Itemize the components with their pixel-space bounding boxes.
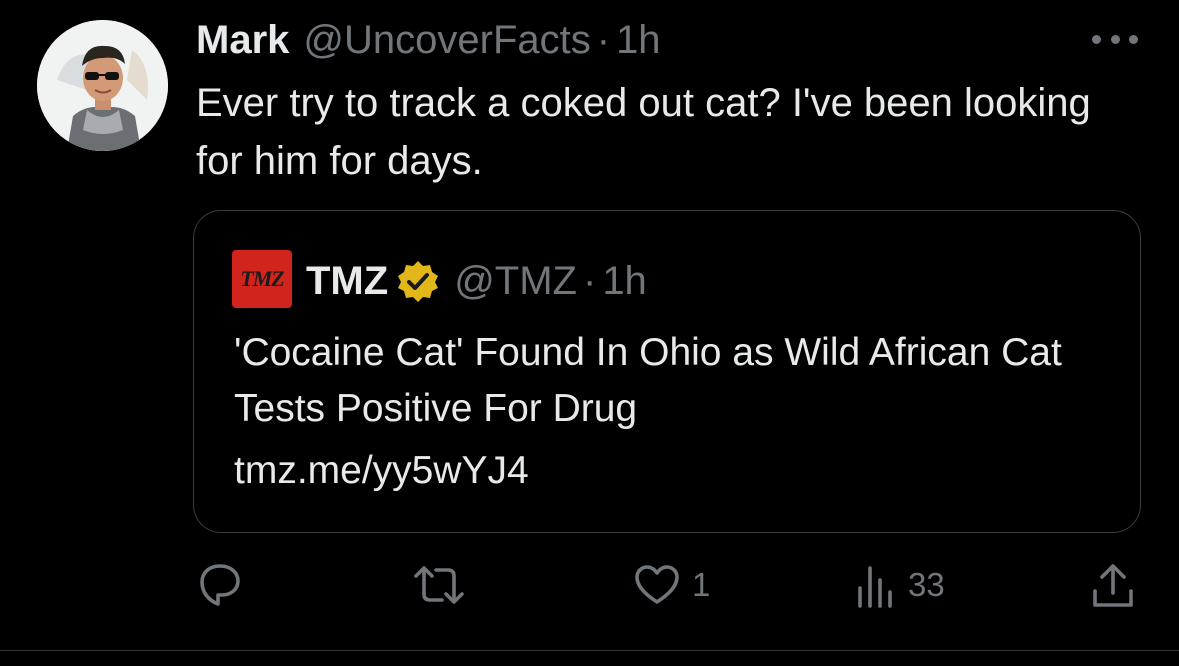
- share-icon: [1093, 564, 1133, 607]
- more-dot: [1129, 34, 1138, 44]
- like-button[interactable]: 1: [634, 560, 710, 610]
- share-button[interactable]: [1090, 560, 1136, 610]
- tweet-timestamp[interactable]: 1h: [616, 14, 661, 66]
- reply-icon: [200, 564, 240, 606]
- quoted-tweet-card[interactable]: TMZ TMZ @TMZ · 1h 'Cocaine Cat' Found In…: [193, 210, 1141, 533]
- views-icon: [858, 566, 892, 608]
- quoted-tweet-timestamp[interactable]: 1h: [602, 259, 647, 304]
- more-dot: [1110, 34, 1120, 44]
- author-name[interactable]: Mark: [196, 14, 289, 66]
- profile-photo: [37, 20, 168, 151]
- separator-dot: ·: [582, 258, 597, 303]
- avatar[interactable]: [37, 20, 168, 151]
- views-button[interactable]: 33: [856, 560, 945, 610]
- author-handle[interactable]: @UncoverFacts: [303, 14, 590, 66]
- retweet-icon: [414, 566, 464, 604]
- heart-icon: [635, 565, 679, 604]
- quoted-author-handle[interactable]: @TMZ: [454, 259, 577, 304]
- more-options-icon[interactable]: [1092, 32, 1138, 46]
- gold-verified-badge-icon: [396, 259, 440, 303]
- separator-dot: ·: [596, 18, 611, 62]
- views-count: 33: [908, 566, 945, 603]
- tmz-logo-icon[interactable]: TMZ: [232, 250, 292, 308]
- quoted-tweet-link[interactable]: tmz.me/yy5wYJ4: [234, 443, 529, 499]
- tweet-action-bar: 1 33: [0, 560, 1179, 610]
- quoted-author-name[interactable]: TMZ: [306, 259, 388, 304]
- quoted-tweet-header: TMZ @TMZ · 1h: [306, 253, 647, 309]
- quoted-tweet-text: 'Cocaine Cat' Found In Ohio as Wild Afri…: [234, 331, 1062, 430]
- more-dot: [1092, 34, 1101, 44]
- tweet-header: Mark @UncoverFacts · 1h: [196, 14, 661, 66]
- like-count: 1: [692, 566, 711, 603]
- retweet-button[interactable]: [412, 560, 466, 610]
- divider: [0, 650, 1179, 651]
- tweet-text: Ever try to track a coked out cat? I've …: [196, 81, 1091, 183]
- reply-button[interactable]: [196, 560, 244, 610]
